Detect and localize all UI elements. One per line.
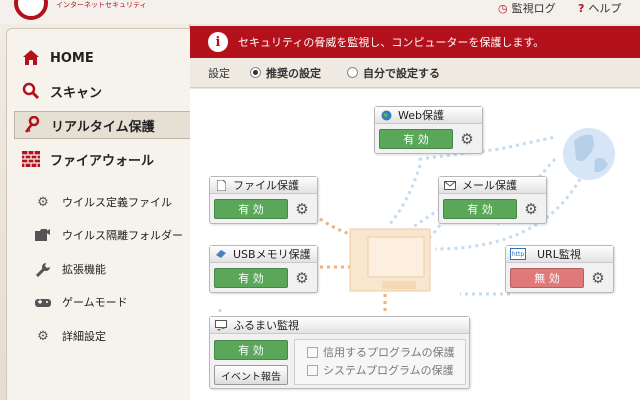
web-status-button[interactable]: 有 効	[379, 129, 453, 149]
magnifier-icon	[20, 80, 42, 102]
web-settings-gear-icon[interactable]: ⚙	[459, 130, 475, 148]
checkbox[interactable]	[307, 364, 318, 376]
sidebar-item-scan[interactable]: スキャン	[14, 77, 190, 105]
event-report-button[interactable]: イベント報告	[214, 365, 288, 385]
top-header: インターネットセキュリティ ◷ 監視ログ ? ヘルプ	[0, 0, 640, 24]
sidebar-item-label: ウイルス隔離フォルダー	[62, 229, 183, 242]
usb-icon	[214, 248, 228, 260]
url-status-button[interactable]: 無 効	[510, 268, 584, 288]
http-badge-icon: http	[510, 248, 526, 260]
file-status-button[interactable]: 有 効	[214, 199, 288, 219]
module-web: Web保護 有 効 ⚙	[374, 106, 483, 154]
help-link[interactable]: ? ヘルプ	[578, 0, 621, 16]
sidebar-item-firewall[interactable]: ファイアウォール	[14, 145, 190, 173]
clock-icon: ◷	[498, 1, 508, 15]
key-icon	[21, 114, 43, 136]
info-banner: i セキュリティの脅威を監視し、コンピューターを保護します。	[190, 26, 640, 58]
sidebar-item-label: スキャン	[50, 85, 103, 101]
sidebar-item-label: ゲームモード	[62, 296, 128, 309]
wrench-icon	[34, 260, 52, 278]
info-icon: i	[208, 32, 228, 52]
logo	[14, 0, 48, 20]
logo-subtitle: インターネットセキュリティ	[56, 1, 147, 9]
radio-recommended-label: 推奨の設定	[266, 66, 321, 80]
sidebar-item-advanced[interactable]: ⚙ 詳細設定	[34, 324, 106, 348]
module-mail-title: メール保護	[439, 177, 546, 194]
module-file-title: ファイル保護	[210, 177, 317, 194]
radio-button[interactable]	[250, 67, 261, 78]
sidebar-item-game-mode[interactable]: ゲームモード	[34, 290, 128, 314]
module-behavior: ふるまい監視 有 効 イベント報告 信用するプログラムの保護 システムプログラム…	[209, 316, 470, 389]
module-mail: メール保護 有 効 ⚙	[438, 176, 547, 224]
home-icon	[20, 47, 42, 69]
globe-icon	[379, 109, 393, 121]
sidebar-item-label: 拡張機能	[62, 263, 106, 276]
radio-button[interactable]	[347, 67, 358, 78]
module-url-title: http URL監視	[506, 246, 613, 263]
radio-custom[interactable]: 自分で設定する	[347, 65, 440, 81]
monitor-arrows-icon	[214, 319, 228, 331]
usb-settings-gear-icon[interactable]: ⚙	[294, 269, 310, 287]
globe-illustration	[563, 128, 615, 180]
gears-icon: ⚙	[37, 194, 49, 210]
module-web-title: Web保護	[375, 107, 482, 124]
gear-icon: ⚙	[37, 328, 49, 344]
settings-row: 設定 推奨の設定 自分で設定する	[190, 58, 640, 88]
url-settings-gear-icon[interactable]: ⚙	[590, 269, 606, 287]
module-url: http URL監視 無 効 ⚙	[505, 245, 614, 293]
folder-arrow-icon	[34, 226, 52, 244]
sidebar-item-label: HOME	[50, 50, 94, 66]
sidebar: HOME スキャン リアルタイム保護 ファイアウォール ⚙ ウイルス定義ファイル…	[0, 24, 191, 400]
monitor-log-label: 監視ログ	[511, 2, 556, 15]
sidebar-item-label: ウイルス定義ファイル	[62, 196, 172, 209]
file-settings-gear-icon[interactable]: ⚙	[294, 200, 310, 218]
check-system-row[interactable]: システムプログラムの保護	[307, 361, 465, 379]
sidebar-item-home[interactable]: HOME	[14, 44, 190, 72]
module-behavior-title: ふるまい監視	[210, 317, 469, 334]
banner-message: セキュリティの脅威を監視し、コンピューターを保護します。	[238, 36, 545, 49]
sidebar-item-virus-definitions[interactable]: ⚙ ウイルス定義ファイル	[34, 190, 172, 214]
sidebar-item-label: リアルタイム保護	[51, 119, 155, 135]
radio-recommended[interactable]: 推奨の設定	[250, 65, 321, 81]
document-icon	[214, 179, 228, 191]
check-trusted-row[interactable]: 信用するプログラムの保護	[307, 343, 465, 361]
mail-settings-gear-icon[interactable]: ⚙	[523, 200, 539, 218]
sidebar-item-quarantine[interactable]: ウイルス隔離フォルダー	[34, 223, 183, 247]
settings-label: 設定	[208, 66, 230, 80]
usb-status-button[interactable]: 有 効	[214, 268, 288, 288]
sidebar-item-extensions[interactable]: 拡張機能	[34, 257, 106, 281]
sidebar-item-label: 詳細設定	[62, 330, 106, 343]
help-label: ヘルプ	[588, 2, 622, 15]
monitor-log-link[interactable]: ◷ 監視ログ	[498, 0, 556, 16]
sidebar-item-label: ファイアウォール	[50, 153, 155, 169]
brick-wall-icon	[20, 148, 42, 170]
checkbox[interactable]	[307, 346, 318, 358]
module-file: ファイル保護 有 効 ⚙	[209, 176, 318, 224]
radio-custom-label: 自分で設定する	[363, 66, 440, 80]
behavior-options-box: 信用するプログラムの保護 システムプログラムの保護	[294, 339, 466, 385]
computer-illustration	[349, 228, 431, 292]
protection-canvas: Web保護 有 効 ⚙ ファイル保護 有 効 ⚙ メール保護 有 効 ⚙ USB…	[190, 89, 640, 400]
sidebar-item-realtime[interactable]: リアルタイム保護	[14, 111, 190, 139]
module-usb: USBメモリ保護 有 効 ⚙	[209, 245, 318, 293]
module-usb-title: USBメモリ保護	[210, 246, 317, 263]
mail-status-button[interactable]: 有 効	[443, 199, 517, 219]
question-icon: ?	[578, 1, 585, 15]
behavior-status-button[interactable]: 有 効	[214, 340, 288, 360]
gamepad-icon	[34, 293, 52, 311]
envelope-icon	[443, 179, 457, 191]
